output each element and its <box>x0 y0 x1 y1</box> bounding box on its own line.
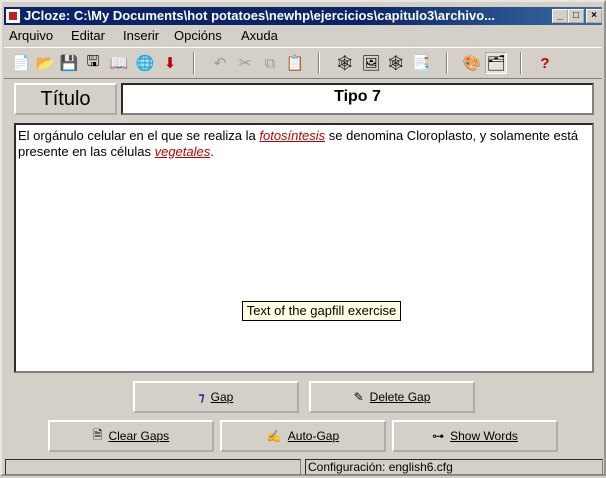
gap-button[interactable]: ⁊ Gap <box>133 381 299 413</box>
menu-arquivo[interactable]: Arquivo <box>9 28 53 43</box>
toolbar-separator <box>446 52 448 74</box>
gap-icon: ⁊ <box>198 390 205 404</box>
gapfill-text-editor[interactable]: El orgánulo celular en el que se realiza… <box>14 123 594 373</box>
gap-word[interactable]: fotosíntesis <box>259 128 325 143</box>
clear-gaps-button[interactable]: 🗎 Clear Gaps <box>48 420 214 452</box>
book-icon[interactable]: 📖 <box>108 52 130 74</box>
download-icon[interactable]: ⬇ <box>159 52 181 74</box>
undo-icon[interactable]: ↶ <box>209 52 231 74</box>
save-icon[interactable]: 💾 <box>58 52 80 74</box>
menu-axuda[interactable]: Axuda <box>241 28 278 43</box>
cut-icon[interactable]: ✂ <box>234 52 256 74</box>
minimize-button[interactable]: _ <box>552 9 568 23</box>
export-image-icon[interactable]: 🖼 <box>360 52 382 74</box>
app-icon <box>6 9 20 23</box>
tree-icon: ⊶ <box>432 429 445 443</box>
open-folder-icon[interactable]: 📂 <box>34 52 56 74</box>
title-input[interactable]: Tipo 7 <box>121 83 594 115</box>
eraser-icon: ✎ <box>353 390 364 404</box>
status-cell-empty <box>5 459 301 475</box>
toolbar-separator <box>193 52 195 74</box>
auto-gap-button[interactable]: ✍ Auto-Gap <box>220 420 386 452</box>
status-config: Configuración: english6.cfg <box>305 459 603 475</box>
help-icon[interactable]: ? <box>534 52 556 74</box>
export-web-icon[interactable]: 🕸 <box>334 52 356 74</box>
clear-gaps-button-label: Clear Gaps <box>108 429 170 443</box>
editor-text: . <box>210 144 214 159</box>
paste-icon[interactable]: 📋 <box>284 52 306 74</box>
menu-inserir[interactable]: Inserir <box>123 28 159 43</box>
config-icon[interactable]: 🗂 <box>485 52 507 74</box>
gap-button-label: Gap <box>210 390 234 404</box>
show-words-button[interactable]: ⊶ Show Words <box>392 420 558 452</box>
clear-icon: 🗎 <box>92 427 103 442</box>
maximize-button[interactable]: □ <box>568 9 584 23</box>
app-window: JCloze: C:\My Documents\hot potatoes\new… <box>0 0 606 476</box>
editor-tooltip: Text of the gapfill exercise <box>242 301 401 321</box>
show-words-button-label: Show Words <box>450 429 518 443</box>
menu-bar: Arquivo Editar Inserir Opcións Axuda <box>4 26 602 44</box>
toolbar-separator <box>318 52 320 74</box>
menu-opcions[interactable]: Opcións <box>174 28 222 43</box>
delete-gap-button[interactable]: ✎ Delete Gap <box>309 381 475 413</box>
menu-editar[interactable]: Editar <box>71 28 105 43</box>
editor-text: El orgánulo celular en el que se realiza… <box>18 128 260 143</box>
new-file-icon[interactable]: 📄 <box>10 52 32 74</box>
auto-gap-icon: ✍ <box>266 429 282 443</box>
window-title: JCloze: C:\My Documents\hot potatoes\new… <box>24 8 495 23</box>
gap-word[interactable]: vegetales <box>155 144 211 159</box>
export-flash-icon[interactable]: 🕸 <box>385 52 407 74</box>
web-icon[interactable]: 🌐 <box>134 52 156 74</box>
status-bar: Configuración: english6.cfg <box>2 457 606 478</box>
toolbar-separator <box>520 52 522 74</box>
palette-icon[interactable]: 🎨 <box>461 52 483 74</box>
toolbar: 📄 📂 💾 🖫 📖 🌐 ⬇ ↶ ✂ ⧉ 📋 🕸 🖼 🕸 📑 🎨 🗂 ? <box>4 47 602 79</box>
title-bar[interactable]: JCloze: C:\My Documents\hot potatoes\new… <box>4 7 602 25</box>
close-button[interactable]: × <box>586 9 602 23</box>
auto-gap-button-label: Auto-Gap <box>287 429 340 443</box>
save-as-icon[interactable]: 🖫 <box>82 52 104 74</box>
copy-icon[interactable]: ⧉ <box>259 52 281 74</box>
export-xml-icon[interactable]: 📑 <box>410 52 432 74</box>
title-label-button[interactable]: Título <box>14 83 117 115</box>
delete-gap-button-label: Delete Gap <box>369 390 431 404</box>
